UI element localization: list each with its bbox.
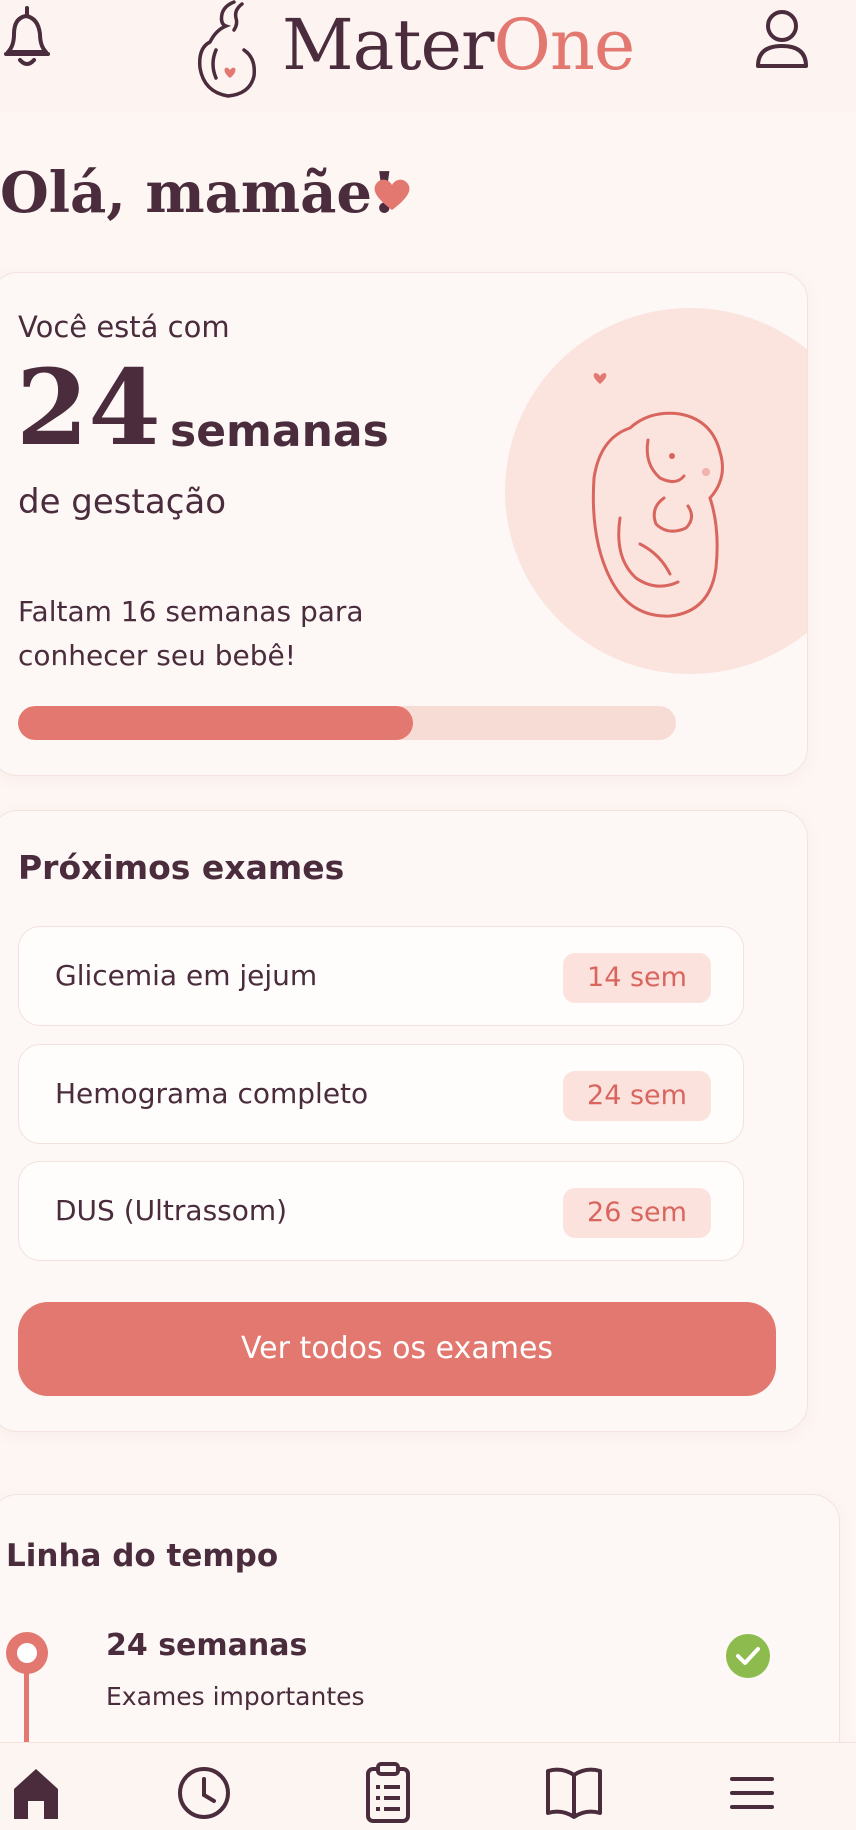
clipboard-icon (366, 1762, 410, 1823)
timeline-marker-center (17, 1643, 37, 1663)
exams-section-title: Próximos exames (18, 848, 345, 887)
logo-pregnant-mother-icon (197, 0, 257, 98)
exam-name: DUS (Ultrassom) (55, 1194, 288, 1227)
timeline-item-description: Exames importantes (106, 1682, 365, 1711)
timeline-item-week[interactable]: 24 semanas (106, 1628, 307, 1663)
exam-row[interactable]: Hemograma completo 24 sem (18, 1044, 744, 1144)
home-icon (14, 1769, 58, 1819)
menu-icon (730, 1777, 774, 1809)
brand-logo-text: MaterOne (282, 4, 635, 86)
weeks-remaining-text: Faltam 16 semanas para conhecer seu bebê… (18, 595, 364, 672)
fetus-illustration-icon (591, 373, 724, 618)
clock-icon (178, 1767, 230, 1819)
timeline-marker-icon (6, 1632, 48, 1674)
bottom-navigation (0, 1742, 856, 1830)
heart-icon (374, 179, 410, 210)
timeline-section-title: Linha do tempo (6, 1538, 279, 1574)
pregnancy-progress-fill (18, 706, 413, 740)
exam-week-badge: 24 sem (563, 1071, 711, 1121)
week-intro-text: Você está com (18, 310, 230, 344)
greeting-title: Olá, mamãe! (0, 160, 397, 226)
brand-part-mater: Mater (282, 4, 494, 86)
nav-exams[interactable] (358, 1761, 418, 1823)
exam-row[interactable]: DUS (Ultrassom) 26 sem (18, 1161, 744, 1261)
week-number: 24 (16, 346, 161, 469)
week-unit: semanas (170, 406, 389, 457)
bell-icon[interactable] (0, 4, 56, 72)
week-subtitle: de gestação (18, 482, 227, 522)
exam-name: Glicemia em jejum (55, 959, 318, 992)
exam-week-badge: 26 sem (563, 1188, 711, 1238)
nav-history[interactable] (174, 1761, 234, 1823)
book-icon (546, 1767, 602, 1819)
nav-menu[interactable] (722, 1761, 782, 1823)
exam-name: Hemograma completo (55, 1077, 369, 1110)
nav-library[interactable] (544, 1761, 604, 1823)
user-icon[interactable] (752, 6, 812, 72)
check-circle-icon (726, 1634, 770, 1678)
nav-home[interactable] (6, 1761, 66, 1823)
view-all-exams-button[interactable]: Ver todos os exames (18, 1302, 776, 1396)
app-header: MaterOne (0, 0, 856, 112)
exam-row[interactable]: Glicemia em jejum 14 sem (18, 926, 744, 1026)
brand-part-one: One (493, 4, 635, 86)
app-screen: MaterOne Olá, mamãe! Você está com 24 se… (0, 0, 856, 1830)
exam-week-badge: 14 sem (563, 953, 711, 1003)
